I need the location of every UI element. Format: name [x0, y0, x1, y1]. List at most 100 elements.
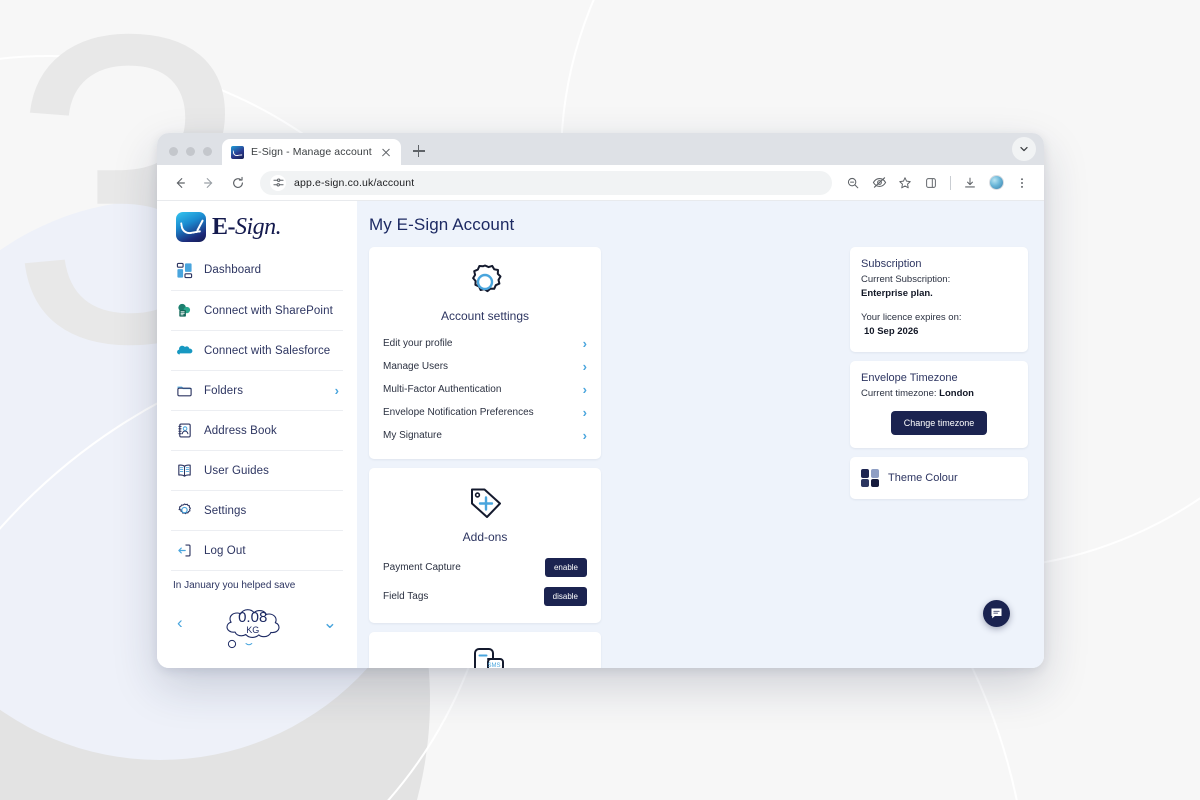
close-window-dot[interactable]	[169, 147, 178, 156]
sidebar-item-label: Dashboard	[204, 264, 262, 276]
logout-icon	[175, 541, 194, 560]
settings-item-label: Edit your profile	[383, 338, 453, 349]
chevron-right-icon: ›	[582, 336, 587, 351]
minimize-window-dot[interactable]	[186, 147, 195, 156]
maximize-window-dot[interactable]	[203, 147, 212, 156]
disable-field-tags-button[interactable]: disable	[543, 587, 587, 606]
subscription-expiry-label: Your licence expires on:	[861, 311, 962, 323]
reload-button[interactable]	[225, 170, 251, 196]
toolbar-divider	[950, 175, 951, 190]
esign-logo[interactable]: E-Sign.	[171, 201, 343, 250]
timezone-title: Envelope Timezone	[861, 372, 958, 384]
gear-icon	[383, 261, 587, 305]
download-icon[interactable]	[958, 171, 982, 195]
new-tab-button[interactable]	[407, 139, 431, 163]
carbon-cloud-graphic: 0.08 KG	[219, 595, 287, 650]
subscription-expiry-date: 10 Sep 2026	[864, 325, 919, 337]
sidebar-item-address-book[interactable]: Address Book	[171, 410, 343, 450]
salesforce-icon	[175, 341, 194, 360]
esign-logo-text: E-Sign.	[212, 213, 282, 240]
gear-icon	[175, 501, 194, 520]
address-bar-url: app.e-sign.co.uk/account	[294, 176, 415, 189]
phone-sms-icon: SMS	[383, 646, 587, 668]
book-icon	[175, 461, 194, 480]
subscription-current-label: Current Subscription:	[861, 274, 951, 285]
carbon-next-button[interactable]: ⌄	[317, 613, 343, 633]
change-timezone-button[interactable]: Change timezone	[890, 411, 988, 436]
enable-payment-capture-button[interactable]: enable	[544, 558, 587, 577]
browser-tab-strip: E-Sign - Manage account	[157, 133, 1044, 165]
esign-logo-mark-icon	[176, 212, 206, 242]
sidebar-item-label: Connect with Salesforce	[204, 344, 331, 357]
sidebar-item-user-guides[interactable]: User Guides	[171, 450, 343, 490]
chevron-right-icon: ›	[582, 359, 587, 374]
sidebar-item-label: User Guides	[204, 464, 270, 477]
sidebar-item-dashboard[interactable]: Dashboard	[171, 250, 343, 290]
right-column: Subscription Current Subscription: Enter…	[850, 247, 1028, 500]
settings-item-envelope-notifications[interactable]: Envelope Notification Preferences ›	[383, 401, 587, 424]
settings-item-mfa[interactable]: Multi-Factor Authentication ›	[383, 378, 587, 401]
panel-envelope-timezone: Envelope Timezone Current timezone: Lond…	[850, 361, 1028, 449]
application-body: E-Sign. Dashboard Connect with SharePoin…	[157, 201, 1044, 668]
close-tab-icon[interactable]	[379, 145, 393, 159]
sidebar-item-folders[interactable]: Folders ›	[171, 370, 343, 410]
kebab-menu-icon[interactable]	[1010, 171, 1034, 195]
sidebar-item-label: Settings	[204, 504, 247, 517]
split-screen-icon[interactable]	[919, 171, 943, 195]
carbon-savings-caption: In January you helped save	[173, 580, 296, 591]
theme-colour-label: Theme Colour	[888, 472, 958, 485]
subscription-plan: Enterprise plan.	[861, 288, 933, 300]
forward-button[interactable]	[196, 170, 222, 196]
sidebar-item-settings[interactable]: Settings	[171, 490, 343, 530]
sidebar-item-salesforce[interactable]: Connect with Salesforce	[171, 330, 343, 370]
addon-row-field-tags: Field Tags disable	[383, 582, 587, 611]
panel-subscription: Subscription Current Subscription: Enter…	[850, 247, 1028, 352]
address-book-icon	[175, 421, 194, 440]
carbon-savings-widget: In January you helped save ‹ 0.08 KG ⌄	[171, 570, 343, 650]
chevron-right-icon[interactable]: ›	[335, 384, 339, 397]
chevron-right-icon: ›	[582, 428, 587, 443]
tab-search-chevron-down-icon[interactable]	[1012, 137, 1036, 161]
sidebar-item-sharepoint[interactable]: Connect with SharePoint	[171, 290, 343, 330]
carbon-prev-button[interactable]: ‹	[171, 613, 189, 633]
sharepoint-icon	[175, 301, 194, 320]
address-bar[interactable]: app.e-sign.co.uk/account	[260, 170, 832, 195]
settings-item-label: Manage Users	[383, 361, 449, 372]
page-title: My E-Sign Account	[369, 215, 515, 234]
dashboard-icon	[175, 261, 194, 280]
svg-text:SMS: SMS	[487, 663, 500, 668]
sidebar-item-label: Address Book	[204, 424, 277, 437]
browser-toolbar: app.e-sign.co.uk/account	[157, 165, 1044, 201]
esign-favicon-icon	[231, 145, 244, 159]
card-addons: Add-ons Payment Capture enable Field Tag…	[369, 468, 601, 623]
settings-item-my-signature[interactable]: My Signature ›	[383, 424, 587, 447]
settings-item-edit-profile[interactable]: Edit your profile ›	[383, 332, 587, 355]
theme-swatch-icon	[861, 469, 879, 488]
window-traffic-lights	[167, 147, 222, 165]
zoom-icon[interactable]	[841, 171, 865, 195]
chat-widget-button[interactable]	[983, 600, 1010, 627]
eye-off-icon[interactable]	[867, 171, 891, 195]
profile-avatar[interactable]	[984, 171, 1008, 195]
addon-row-payment-capture: Payment Capture enable	[383, 553, 587, 582]
sidebar: E-Sign. Dashboard Connect with SharePoin…	[157, 201, 357, 668]
settings-item-label: Multi-Factor Authentication	[383, 384, 502, 395]
star-icon[interactable]	[893, 171, 917, 195]
sidebar-item-log-out[interactable]: Log Out	[171, 530, 343, 570]
carbon-unit: KG	[246, 625, 260, 635]
card-account-settings: Account settings Edit your profile › Man…	[369, 247, 601, 459]
back-button[interactable]	[167, 170, 193, 196]
browser-tab-active[interactable]: E-Sign - Manage account	[222, 139, 401, 165]
browser-tab-title: E-Sign - Manage account	[251, 146, 372, 158]
chevron-right-icon: ›	[582, 382, 587, 397]
settings-item-label: Envelope Notification Preferences	[383, 407, 534, 418]
carbon-value: 0.08	[238, 609, 268, 626]
panel-theme-colour[interactable]: Theme Colour	[850, 457, 1028, 500]
site-settings-icon[interactable]	[270, 174, 286, 191]
settings-item-manage-users[interactable]: Manage Users ›	[383, 355, 587, 378]
sidebar-item-label: Log Out	[204, 544, 246, 557]
tag-plus-icon	[383, 482, 587, 526]
card-title: Add-ons	[462, 530, 508, 544]
timezone-current: Current timezone: London	[861, 388, 974, 399]
addon-label: Field Tags	[383, 591, 429, 602]
